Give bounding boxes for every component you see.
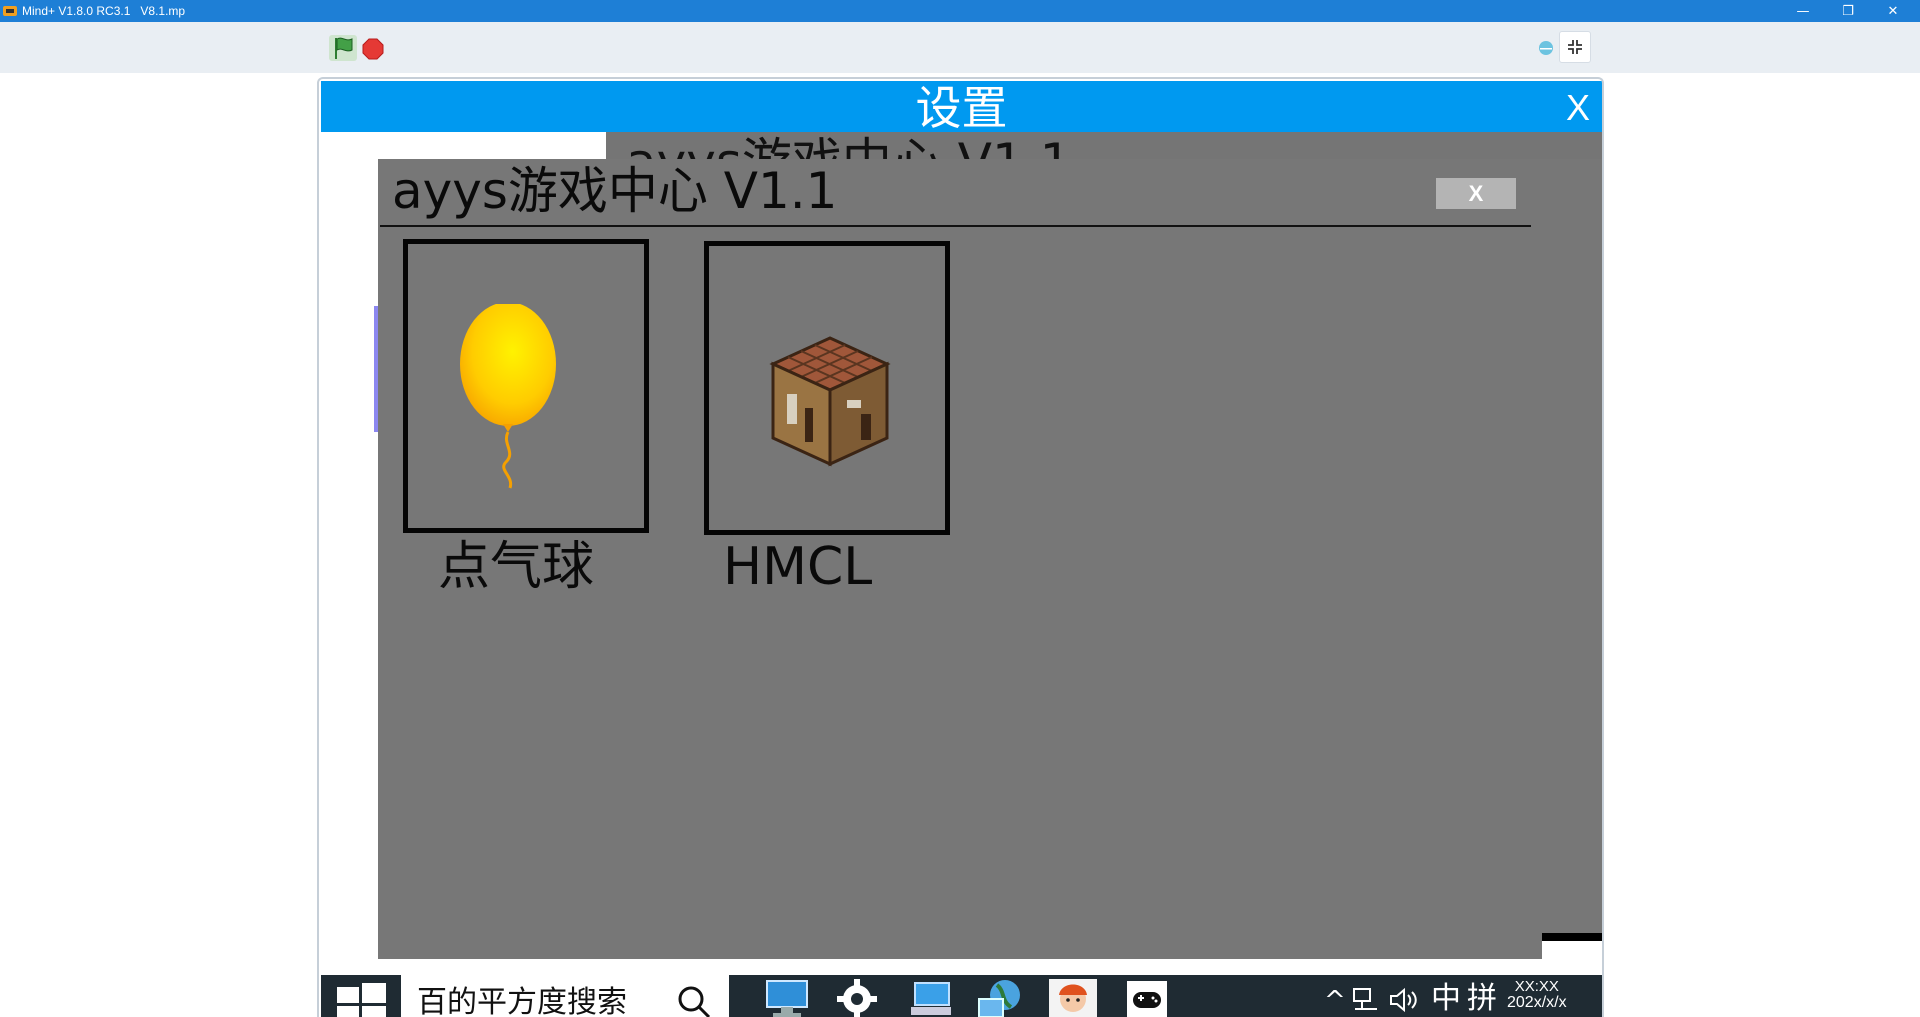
stop-button[interactable] xyxy=(362,38,384,60)
green-flag-icon xyxy=(335,37,353,59)
shrink-stage-button[interactable] xyxy=(1559,31,1591,63)
close-window-button[interactable]: ✕ xyxy=(1871,0,1915,22)
window-title: Mind+ V1.8.0 RC3.1 V8.1.mp xyxy=(22,4,186,18)
network-icon[interactable] xyxy=(1351,987,1381,1013)
crafting-table-icon xyxy=(769,336,891,467)
ime-mode-indicator[interactable]: 拼 xyxy=(1467,981,1497,1017)
minimize-button[interactable]: — xyxy=(1781,0,1825,22)
stage-small-mode-icon[interactable] xyxy=(1538,40,1554,56)
balloon-icon xyxy=(460,304,556,489)
game-center-close-button[interactable]: X xyxy=(1436,178,1516,209)
search-box-text: 百的平方度搜索 xyxy=(417,985,627,1017)
game-center-window: ayys游戏中心 V1.1 X 点气球 HMCL xyxy=(378,159,1602,959)
simulated-taskbar: 百的平方度搜索 ^ 中 拼 XX:XX 202x/x/x xyxy=(321,975,1602,1017)
game-label-hmcl: HMCL xyxy=(723,537,873,597)
avatar-app-icon[interactable] xyxy=(1047,977,1099,1017)
gamepad-app-icon[interactable] xyxy=(1121,977,1173,1017)
black-bar xyxy=(1542,933,1602,941)
game-center-title: ayys游戏中心 V1.1 xyxy=(392,162,838,220)
start-button[interactable] xyxy=(321,975,401,1017)
stage-toolbar xyxy=(0,22,1920,73)
settings-close-button[interactable]: X xyxy=(1566,81,1590,135)
tray-chevron[interactable]: ^ xyxy=(1324,983,1346,1017)
ime-language-indicator[interactable]: 中 xyxy=(1431,981,1461,1017)
green-flag-button[interactable] xyxy=(329,35,357,61)
tray-clock[interactable]: XX:XX 202x/x/x xyxy=(1507,979,1567,1011)
globe-app-icon[interactable] xyxy=(975,977,1027,1017)
tray-date: 202x/x/x xyxy=(1507,994,1567,1011)
game-label-balloon: 点气球 xyxy=(438,537,595,597)
search-icon xyxy=(678,986,711,1017)
game-tile-balloon[interactable] xyxy=(403,239,649,533)
volume-icon[interactable] xyxy=(1389,987,1419,1013)
shrink-stage-icon xyxy=(1568,40,1582,54)
monitor-app-icon[interactable] xyxy=(761,977,813,1017)
restore-button[interactable]: ❐ xyxy=(1826,0,1870,22)
game-tile-hmcl[interactable] xyxy=(704,241,950,535)
window-titlebar: Mind+ V1.8.0 RC3.1 V8.1.mp — ❐ ✕ xyxy=(0,0,1920,22)
settings-header: 设置 X xyxy=(321,81,1602,135)
title-divider xyxy=(380,225,1531,227)
settings-gear-icon[interactable] xyxy=(831,977,883,1017)
tray-time: XX:XX xyxy=(1514,978,1559,995)
settings-title: 设置 xyxy=(915,81,1008,135)
computer-app-icon[interactable] xyxy=(905,977,957,1017)
stage: 设置 X ayys游戏中心 V1.1 ayys游戏中心 V1.1 X xyxy=(317,77,1604,1017)
mindplus-app-icon xyxy=(3,6,17,16)
taskbar-search-box[interactable]: 百的平方度搜索 xyxy=(401,975,729,1017)
windows-logo-icon xyxy=(337,983,386,1017)
